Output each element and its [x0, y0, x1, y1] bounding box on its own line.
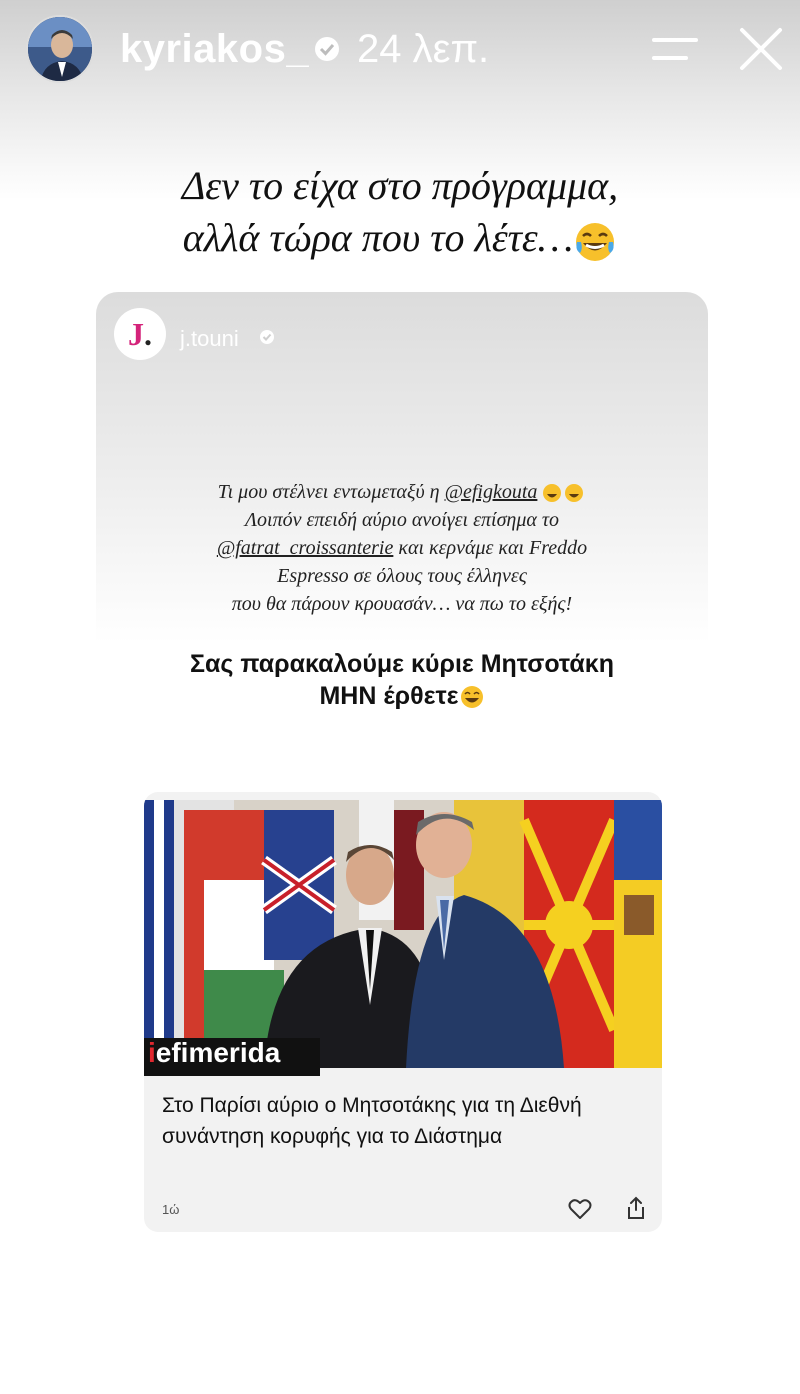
- laughing-emoji-icon: [460, 686, 483, 709]
- story-caption: Δεν το είχα στο πρόγραμμα, αλλά τώρα που…: [0, 160, 800, 264]
- post-age: 1ώ: [162, 1202, 180, 1217]
- repost-line-4: Espresso σε όλους τους έλληνες: [277, 565, 527, 587]
- verified-badge-icon: [260, 330, 274, 344]
- story-timestamp: 24 λεπ.: [357, 27, 490, 71]
- laughing-emoji-icon: [543, 484, 584, 503]
- verified-badge-icon: [315, 37, 339, 61]
- story-username[interactable]: kyriakos_: [120, 27, 309, 72]
- heart-icon[interactable]: [568, 1198, 592, 1220]
- caption-line-2: αλλά τώρα που το λέτε…: [0, 212, 800, 264]
- caption-line-1: Δεν το είχα στο πρόγραμμα,: [181, 163, 619, 208]
- repost-line-2: Λοιπόν επειδή αύριο ανοίγει επίσημα το: [244, 509, 560, 531]
- repost-bold-message: Σας παρακαλούμε κύριε Μητσοτάκη ΜΗΝ έρθε…: [96, 648, 708, 712]
- menu-icon[interactable]: [652, 36, 698, 66]
- repost-account-name[interactable]: j.touni: [180, 326, 239, 352]
- iefimerida-logo: iefimerida: [148, 1037, 281, 1068]
- mention-fatrat[interactable]: @fatrat_croissanterie: [217, 537, 394, 559]
- repost-line-5: που θα πάρουν κρουασάν… να πω το εξής!: [231, 593, 573, 615]
- news-photo: [144, 800, 662, 1068]
- news-headline[interactable]: Στο Παρίσι αύριο ο Μητσοτάκης για τη Διε…: [162, 1090, 642, 1152]
- share-icon[interactable]: [626, 1196, 646, 1220]
- mention-efigkouta[interactable]: @efigkouta: [445, 481, 538, 503]
- news-link-card[interactable]: iefimerida Στο Παρίσι αύριο ο Μητσοτάκης…: [144, 792, 662, 1232]
- close-icon[interactable]: [738, 26, 784, 72]
- repost-line-1: Τι μου στέλνει εντωμεταξύ η @efigkouta: [96, 478, 708, 506]
- repost-line-3: @fatrat_croissanterie και κερνάμε και Fr…: [216, 537, 588, 559]
- plea-line-2: ΜΗΝ έρθετε: [96, 680, 708, 712]
- j-touni-avatar[interactable]: J.: [114, 308, 166, 360]
- laughing-emoji-icon: [576, 222, 615, 261]
- repost-body-text: Τι μου στέλνει εντωμεταξύ η @efigkouta Λ…: [96, 478, 708, 618]
- profile-avatar[interactable]: [26, 15, 94, 83]
- reposted-story-card[interactable]: J. j.touni Τι μου στέλνει εντωμεταξύ η @…: [96, 292, 708, 742]
- plea-line-1: Σας παρακαλούμε κύριε Μητσοτάκη: [190, 650, 614, 678]
